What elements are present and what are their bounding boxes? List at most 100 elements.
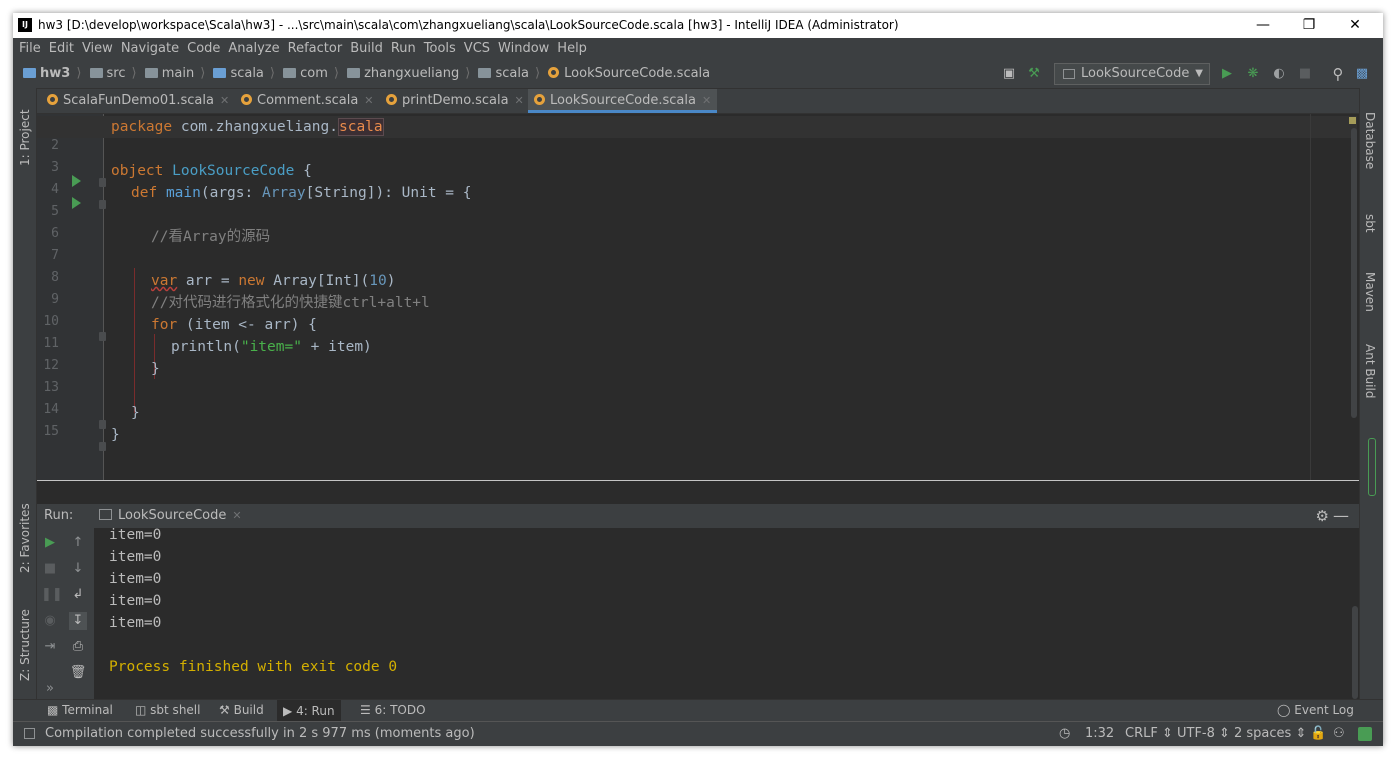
close-tab-icon[interactable]: ✕ xyxy=(232,509,241,522)
code-editor[interactable]: 1 2 3 4 5 6 7 8 9 10 11 12 13 14 15 xyxy=(37,114,1359,480)
event-log-icon: ◯ xyxy=(1277,703,1291,717)
breadcrumb-main[interactable]: main xyxy=(144,66,194,81)
camera-icon[interactable]: ◉ xyxy=(41,612,59,630)
line-number: 7 xyxy=(51,248,59,263)
tab-comment[interactable]: Comment.scala ✕ xyxy=(241,89,374,113)
debug-icon[interactable]: ❋ xyxy=(1245,66,1261,82)
fold-icon[interactable] xyxy=(99,442,106,451)
menu-build[interactable]: Build xyxy=(346,38,387,59)
stop-icon[interactable]: ■ xyxy=(41,560,59,578)
build-hammer-icon[interactable]: ⚒ xyxy=(1026,66,1042,82)
menu-analyze[interactable]: Analyze xyxy=(224,38,283,59)
down-arrow-icon[interactable]: ↓ xyxy=(69,560,87,578)
project-view-icon[interactable]: ▩ xyxy=(1354,66,1370,82)
breadcrumb-file[interactable]: LookSourceCode.scala xyxy=(548,66,710,81)
fold-icon[interactable] xyxy=(99,332,106,341)
run-gutter-icon[interactable] xyxy=(72,197,81,209)
close-tab-icon[interactable]: ✕ xyxy=(220,94,229,107)
favorites-panel-button[interactable]: 2: Favorites xyxy=(18,503,32,573)
editor-run-splitter[interactable] xyxy=(37,480,1359,505)
tool-window-bar: ▩ Terminal ◫ sbt shell ⚒ Build ▶ 4: Run … xyxy=(13,699,1383,722)
breadcrumb-project[interactable]: hw3 xyxy=(23,66,70,81)
breadcrumb-scala-pkg[interactable]: scala xyxy=(478,66,529,81)
menu-view[interactable]: View xyxy=(78,38,117,59)
code-line-9: //对代码进行格式化的快捷键ctrl+alt+l xyxy=(151,295,430,311)
memory-indicator xyxy=(1368,438,1376,496)
breadcrumb-com[interactable]: com xyxy=(283,66,328,81)
sbt-panel-button[interactable]: sbt xyxy=(1363,214,1377,233)
terminal-button[interactable]: ▩ Terminal xyxy=(47,703,113,717)
coverage-icon[interactable]: ◐ xyxy=(1271,66,1287,82)
build-button[interactable]: ⚒ Build xyxy=(219,703,264,717)
editor-scrollbar[interactable] xyxy=(1351,128,1357,418)
status-panel-icon[interactable] xyxy=(24,728,35,739)
tab-scalafundemo01[interactable]: ScalaFunDemo01.scala ✕ xyxy=(47,89,229,113)
project-structure-icon[interactable]: ▣ xyxy=(1001,66,1017,82)
folder-icon xyxy=(89,68,103,78)
restore-button[interactable]: ❐ xyxy=(1286,13,1332,38)
editor-tabs: ScalaFunDemo01.scala ✕ Comment.scala ✕ pri… xyxy=(37,89,1359,114)
event-log-button[interactable]: ◯ Event Log xyxy=(1277,703,1354,717)
indent-selector[interactable]: 2 spaces ⇕ xyxy=(1234,726,1306,741)
menu-edit[interactable]: Edit xyxy=(45,38,78,59)
run-tab-looksourcecode[interactable]: LookSourceCode ✕ xyxy=(91,504,252,528)
search-icon[interactable]: ⚲ xyxy=(1330,66,1346,82)
event-indicator-icon[interactable] xyxy=(1358,727,1372,741)
soft-wrap-icon[interactable]: ↲ xyxy=(69,586,87,604)
menu-code[interactable]: Code xyxy=(183,38,224,59)
breadcrumb-src[interactable]: src xyxy=(89,66,126,81)
structure-panel-button[interactable]: Z: Structure xyxy=(18,609,32,681)
fold-icon[interactable] xyxy=(99,200,106,209)
up-arrow-icon[interactable]: ↑ xyxy=(69,534,87,552)
project-panel-button[interactable]: 1: Project xyxy=(18,109,32,166)
sbt-shell-button[interactable]: ◫ sbt shell xyxy=(135,703,200,717)
close-button[interactable]: ✕ xyxy=(1332,13,1378,38)
trash-icon[interactable]: 🗑 xyxy=(69,664,87,682)
scala-object-icon xyxy=(386,94,397,105)
close-tab-icon[interactable]: ✕ xyxy=(515,94,524,107)
ant-build-panel-button[interactable]: Ant Build xyxy=(1363,344,1377,398)
run-icon[interactable]: ▶ xyxy=(1219,66,1235,82)
inspection-status-icon[interactable] xyxy=(1349,117,1356,124)
run-button[interactable]: ▶ 4: Run xyxy=(277,700,341,722)
line-separator-selector[interactable]: CRLF ⇕ xyxy=(1125,726,1173,741)
pause-icon[interactable]: ❚❚ xyxy=(41,586,63,604)
lock-icon[interactable]: 🔓 xyxy=(1310,726,1326,741)
fold-icon[interactable] xyxy=(99,178,106,187)
run-console[interactable]: item=0 item=0 item=0 item=0 item=0 Proce… xyxy=(94,528,1359,699)
minimize-button[interactable]: — xyxy=(1240,13,1286,38)
menu-tools[interactable]: Tools xyxy=(420,38,460,59)
scroll-to-end-icon[interactable]: ↧ xyxy=(69,612,87,630)
close-tab-icon[interactable]: ✕ xyxy=(702,94,711,107)
tab-printdemo[interactable]: printDemo.scala ✕ xyxy=(386,89,524,113)
exit-icon[interactable]: ⇥ xyxy=(41,638,59,656)
more-icon[interactable]: » xyxy=(41,680,59,698)
encoding-selector[interactable]: UTF-8 ⇕ xyxy=(1177,726,1230,741)
print-icon[interactable]: ⎙ xyxy=(69,638,87,656)
menu-window[interactable]: Window xyxy=(494,38,553,59)
breadcrumb-scala-root[interactable]: scala xyxy=(213,66,264,81)
menu-refactor[interactable]: Refactor xyxy=(284,38,347,59)
maven-panel-button[interactable]: Maven xyxy=(1363,272,1377,312)
rerun-icon[interactable]: ▶ xyxy=(41,534,59,552)
menu-file[interactable]: File xyxy=(13,38,45,59)
console-scrollbar[interactable] xyxy=(1352,606,1358,699)
run-config-selector[interactable]: LookSourceCode ▼ xyxy=(1054,63,1210,85)
todo-button[interactable]: ☰ 6: TODO xyxy=(360,703,426,717)
gear-icon[interactable]: ⚙ xyxy=(1316,507,1329,525)
caret-position[interactable]: 1:32 xyxy=(1085,726,1114,741)
menu-vcs[interactable]: VCS xyxy=(460,38,494,59)
run-gutter-icon[interactable] xyxy=(72,175,81,187)
menu-help[interactable]: Help xyxy=(553,38,591,59)
close-tab-icon[interactable]: ✕ xyxy=(364,94,373,107)
menu-navigate[interactable]: Navigate xyxy=(117,38,183,59)
menu-run[interactable]: Run xyxy=(387,38,420,59)
tab-looksourcecode[interactable]: LookSourceCode.scala ✕ xyxy=(528,89,718,113)
database-panel-button[interactable]: Database xyxy=(1363,112,1377,169)
fold-icon[interactable] xyxy=(99,420,106,429)
breadcrumb-zhangxueliang[interactable]: zhangxueliang xyxy=(347,66,459,81)
stop-icon[interactable]: ■ xyxy=(1297,66,1313,82)
hide-panel-icon[interactable]: — xyxy=(1333,506,1349,525)
inspector-icon[interactable]: ⚇ xyxy=(1333,726,1345,741)
run-panel-label: Run: xyxy=(44,508,74,523)
